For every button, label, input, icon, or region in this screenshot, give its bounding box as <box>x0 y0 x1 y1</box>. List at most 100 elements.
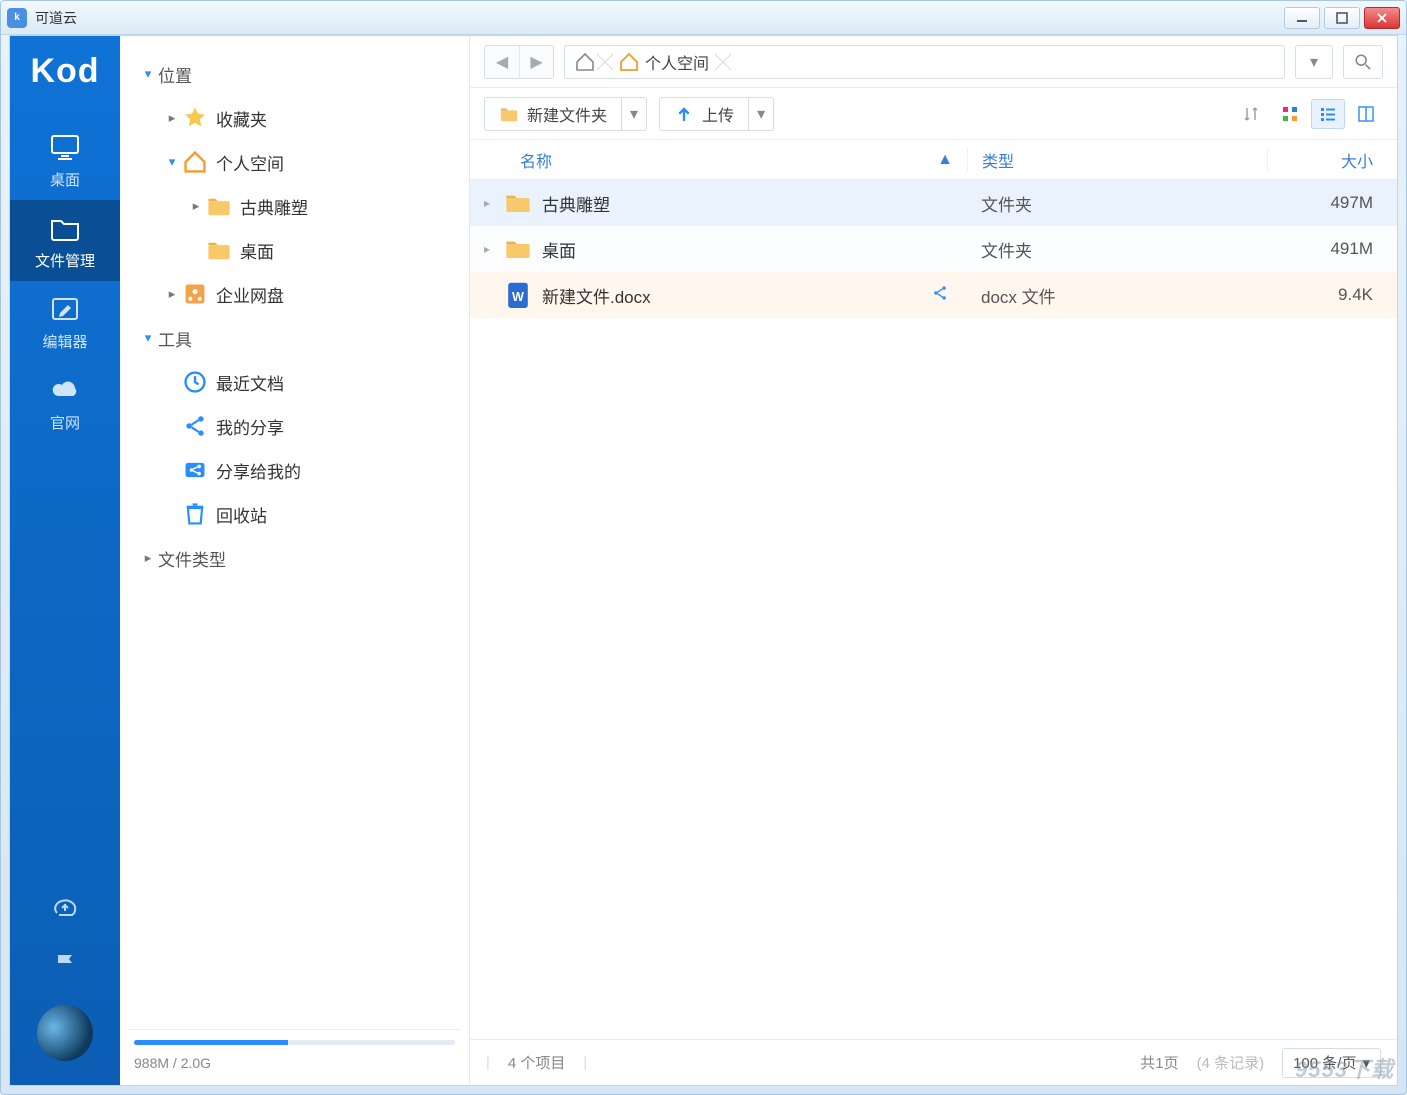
per-page-select[interactable]: 100 条/页 ▾ <box>1282 1048 1381 1078</box>
file-name: 古典雕塑 <box>542 191 610 216</box>
tree-section-filetype[interactable]: ▸ 文件类型 <box>128 536 461 580</box>
star-icon <box>182 107 208 129</box>
tree-item-personal[interactable]: ▾ 个人空间 <box>128 140 461 184</box>
divider: | <box>583 1054 587 1071</box>
column-header: 名称 ▲ 类型 大小 <box>470 140 1397 180</box>
col-size-label: 大小 <box>1341 154 1373 171</box>
nav-back-button[interactable]: ◀ <box>485 46 519 78</box>
col-name-label: 名称 <box>520 148 552 172</box>
tree-item-favorites[interactable]: ▸ 收藏夹 <box>128 96 461 140</box>
tree-section-label: 文件类型 <box>158 546 226 571</box>
status-count: 4 个项目 <box>508 1052 566 1073</box>
sync-icon[interactable] <box>50 893 80 923</box>
upload-button[interactable]: 上传 <box>659 97 749 131</box>
sort-button[interactable] <box>1235 99 1269 129</box>
tree-item-label: 企业网盘 <box>216 282 284 307</box>
chevron-right-icon[interactable]: ▸ <box>186 198 206 214</box>
tree-item-label: 收藏夹 <box>216 106 267 131</box>
nav-forward-button[interactable]: ▶ <box>519 46 553 78</box>
col-size[interactable]: 大小 <box>1267 148 1397 172</box>
new-folder-label: 新建文件夹 <box>527 102 607 126</box>
col-name[interactable]: 名称 ▲ <box>470 148 967 172</box>
col-type[interactable]: 类型 <box>967 148 1267 172</box>
breadcrumb-item[interactable]: 个人空间 <box>605 46 723 78</box>
avatar[interactable] <box>37 1005 93 1061</box>
folder-icon <box>499 104 519 124</box>
folder-icon <box>504 237 532 261</box>
address-dropdown[interactable]: ▾ <box>1295 45 1333 79</box>
tree-section-label: 工具 <box>158 326 192 351</box>
rail-item-editor[interactable]: 编辑器 <box>10 281 120 362</box>
rail-item-site[interactable]: 官网 <box>10 362 120 443</box>
tree-item-gudian[interactable]: ▸ 古典雕塑 <box>128 184 461 228</box>
flag-icon[interactable] <box>50 949 80 979</box>
breadcrumb-trail[interactable]: 个人空间 <box>564 45 1285 79</box>
edit-icon <box>49 295 81 323</box>
chevron-right-icon[interactable]: ▸ <box>162 286 182 302</box>
org-icon <box>182 283 208 305</box>
file-row[interactable]: W 新建文件.docx docx 文件 9.4K <box>470 272 1397 318</box>
tree-section-location[interactable]: ▾ 位置 <box>128 52 461 96</box>
view-list-button[interactable] <box>1311 99 1345 129</box>
tree-item-enterprise[interactable]: ▸ 企业网盘 <box>128 272 461 316</box>
file-size: 497M <box>1330 193 1373 212</box>
shared-icon <box>182 459 208 481</box>
chevron-right-icon[interactable]: ▸ <box>162 110 182 126</box>
view-split-button[interactable] <box>1349 99 1383 129</box>
folder-icon <box>504 191 532 215</box>
sort-asc-icon[interactable]: ▲ <box>937 151 953 169</box>
tree-item-shared-to-me[interactable]: 分享给我的 <box>128 448 461 492</box>
breadcrumb-root[interactable] <box>565 46 605 78</box>
file-type: docx 文件 <box>981 288 1056 307</box>
share-indicator <box>931 284 967 307</box>
chevron-down-icon[interactable]: ▾ <box>138 66 158 82</box>
file-name: 新建文件.docx <box>542 283 651 308</box>
chevron-right-icon[interactable]: ▸ <box>470 196 504 210</box>
upload-dropdown[interactable]: ▾ <box>749 97 774 131</box>
chevron-right-icon[interactable]: ▸ <box>470 242 504 256</box>
file-name: 桌面 <box>542 237 576 262</box>
tree-section-tools[interactable]: ▾ 工具 <box>128 316 461 360</box>
chevron-down-icon: ▾ <box>1362 1054 1370 1072</box>
app-window: k 可道云 Kod 桌面 文件管理 编辑器 官网 <box>0 0 1407 1095</box>
col-type-label: 类型 <box>982 154 1014 171</box>
chevron-right-icon[interactable]: ▸ <box>138 550 158 566</box>
file-row[interactable]: ▸ 桌面 文件夹 491M <box>470 226 1397 272</box>
per-page-label: 100 条/页 <box>1293 1052 1356 1073</box>
tree-item-trash[interactable]: 回收站 <box>128 492 461 536</box>
quota-fill <box>134 1040 288 1045</box>
clock-icon <box>182 371 208 393</box>
home-icon <box>575 52 595 72</box>
search-button[interactable] <box>1343 45 1383 79</box>
rail-item-files[interactable]: 文件管理 <box>10 200 120 281</box>
new-folder-dropdown[interactable]: ▾ <box>622 97 647 131</box>
home-icon <box>619 52 639 72</box>
window-title: 可道云 <box>35 8 77 28</box>
tree-item-myshare[interactable]: 我的分享 <box>128 404 461 448</box>
chevron-down-icon[interactable]: ▾ <box>162 154 182 170</box>
tree-item-label: 回收站 <box>216 502 267 527</box>
maximize-button[interactable] <box>1324 7 1360 29</box>
docx-icon: W <box>504 283 532 307</box>
status-records: (4 条记录) <box>1197 1052 1265 1073</box>
cloud-icon <box>49 376 81 404</box>
rail-item-label: 官网 <box>50 415 80 432</box>
tree-panel: ▾ 位置 ▸ 收藏夹 ▾ 个人空间 ▸ 古典雕塑 <box>120 36 470 1085</box>
titlebar[interactable]: k 可道云 <box>1 1 1406 35</box>
tree-item-label: 分享给我的 <box>216 458 301 483</box>
trash-icon <box>182 503 208 525</box>
app-icon: k <box>7 8 27 28</box>
view-grid-button[interactable] <box>1273 99 1307 129</box>
rail-item-label: 文件管理 <box>35 253 95 270</box>
svg-text:W: W <box>512 290 524 304</box>
file-row[interactable]: ▸ 古典雕塑 文件夹 497M <box>470 180 1397 226</box>
new-folder-button[interactable]: 新建文件夹 <box>484 97 622 131</box>
close-button[interactable] <box>1364 7 1400 29</box>
breadcrumb-label: 个人空间 <box>645 50 709 74</box>
tree-item-desktop[interactable]: 桌面 <box>128 228 461 272</box>
tree-item-recent[interactable]: 最近文档 <box>128 360 461 404</box>
chevron-down-icon[interactable]: ▾ <box>138 330 158 346</box>
rail-item-desktop[interactable]: 桌面 <box>10 119 120 200</box>
minimize-button[interactable] <box>1284 7 1320 29</box>
rail-item-label: 桌面 <box>50 172 80 189</box>
